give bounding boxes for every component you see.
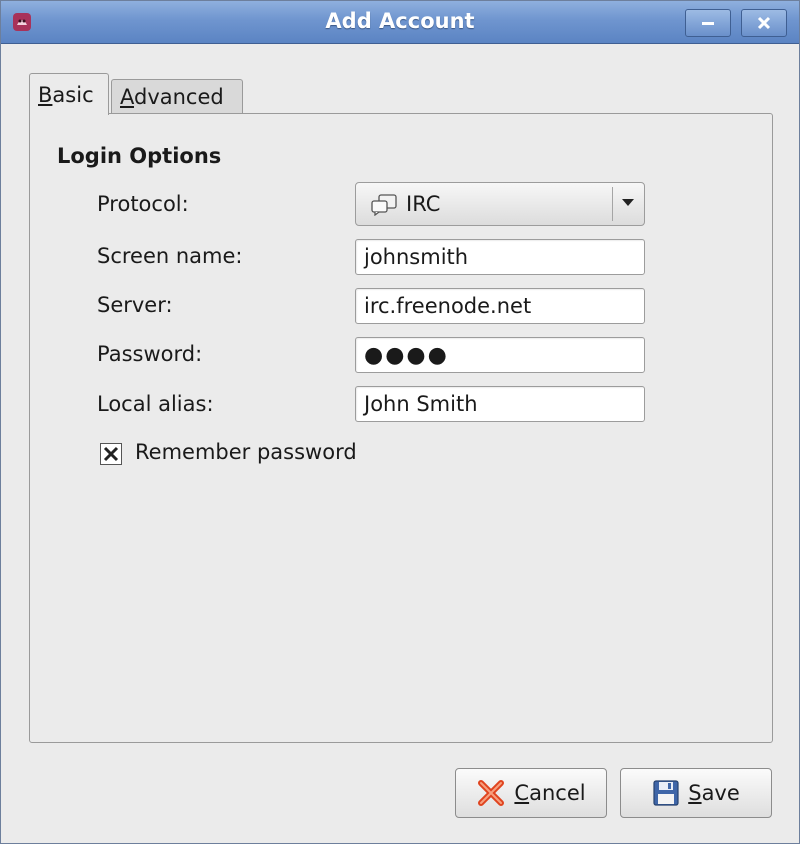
local-alias-value: John Smith: [364, 392, 478, 416]
tab-advanced-label: Advanced: [120, 84, 224, 109]
add-account-dialog: Add Account Basic Advanced Login Options…: [0, 0, 800, 844]
floppy-disk-icon: [653, 780, 679, 806]
remember-password-checkbox[interactable]: [100, 443, 122, 465]
protocol-select[interactable]: IRC: [355, 182, 645, 226]
password-input[interactable]: ●●●●: [355, 337, 645, 373]
remember-password-label[interactable]: Remember password: [135, 440, 357, 464]
local-alias-input[interactable]: John Smith: [355, 386, 645, 422]
save-button[interactable]: Save: [620, 768, 772, 818]
combo-separator: [612, 187, 613, 221]
screen-name-input[interactable]: johnsmith: [355, 239, 645, 275]
close-button[interactable]: [741, 9, 787, 37]
password-mask: ●●●●: [364, 342, 449, 368]
server-value: irc.freenode.net: [364, 294, 532, 318]
cancel-button-label: Cancel: [514, 781, 586, 805]
cancel-button[interactable]: Cancel: [455, 768, 607, 818]
server-label: Server:: [97, 293, 173, 317]
protocol-value: IRC: [406, 192, 441, 216]
section-title: Login Options: [57, 144, 222, 168]
checkmark-x-icon: [103, 446, 119, 462]
chevron-down-icon: [622, 199, 634, 206]
server-input[interactable]: irc.freenode.net: [355, 288, 645, 324]
save-button-label: Save: [688, 781, 740, 805]
window-title: Add Account: [325, 9, 475, 33]
minimize-icon: [702, 22, 714, 25]
password-label: Password:: [97, 342, 203, 366]
screen-name-label: Screen name:: [97, 244, 243, 268]
irc-chat-icon: [371, 194, 397, 216]
local-alias-label: Local alias:: [97, 392, 214, 416]
tab-advanced[interactable]: Advanced: [111, 79, 243, 113]
minimize-button[interactable]: [685, 9, 731, 37]
tab-basic[interactable]: Basic: [29, 73, 109, 115]
red-x-icon: [478, 780, 505, 806]
protocol-label: Protocol:: [97, 192, 189, 216]
close-icon: [757, 16, 771, 30]
tab-basic-label: Basic: [38, 82, 94, 107]
title-bar[interactable]: Add Account: [1, 1, 799, 44]
screen-name-value: johnsmith: [364, 245, 469, 269]
